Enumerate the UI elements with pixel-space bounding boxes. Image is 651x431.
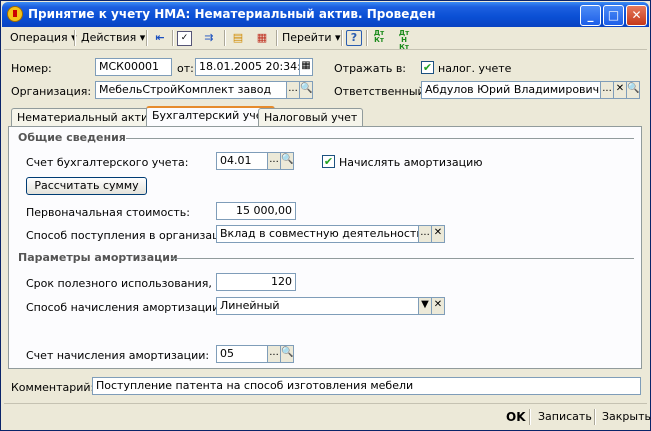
toolbar-separator <box>146 30 148 46</box>
section-divider <box>171 258 634 259</box>
account-search-icon[interactable]: 🔍 <box>280 152 294 170</box>
app-icon <box>7 6 23 22</box>
amortization-method-select[interactable]: Линейный <box>216 297 419 315</box>
amortization-method-label: Способ начисления амортизации: <box>26 301 223 314</box>
account-field[interactable]: 04.01 <box>216 152 268 170</box>
amortization-account-search-icon[interactable]: 🔍 <box>280 345 294 363</box>
tax-accounting-checkbox[interactable]: ✔ <box>421 61 434 74</box>
amortization-method-clear-icon[interactable]: ✕ <box>431 297 445 315</box>
toolbar-separator <box>341 30 343 46</box>
chevron-down-icon[interactable]: ▼ <box>418 297 432 315</box>
responsible-select-button[interactable]: ... <box>600 81 614 99</box>
account-select-button[interactable]: ... <box>267 152 281 170</box>
amortize-label: Начислять амортизацию <box>339 156 483 169</box>
goto-menu[interactable]: Перейти ▾ <box>278 29 345 47</box>
useful-life-field[interactable]: 120 <box>216 273 296 291</box>
title-bar[interactable]: Принятие к учету НМА: Нематериальный акт… <box>2 2 649 27</box>
receipt-method-label: Способ поступления в организацию: <box>26 229 240 242</box>
responsible-clear-icon[interactable]: ✕ <box>613 81 627 99</box>
responsible-field[interactable]: Абдулов Юрий Владимирович <box>421 81 601 99</box>
maximize-button[interactable]: □ <box>603 5 624 26</box>
section-divider <box>126 138 634 139</box>
organization-field[interactable]: МебельСтройКомплект завод <box>95 81 287 99</box>
date-field[interactable]: 18.01.2005 20:34:40 <box>195 58 300 76</box>
copy-document-icon[interactable]: ⇉ <box>201 30 217 46</box>
responsible-label: Ответственный: <box>334 85 429 98</box>
unpost-document-icon[interactable]: ▦ <box>254 30 270 46</box>
dt-kt-icon[interactable]: Дт Кт <box>371 30 387 46</box>
document-window: Принятие к учету НМА: Нематериальный акт… <box>0 0 651 431</box>
comment-field[interactable]: Поступление патента на способ изготовлен… <box>92 377 641 395</box>
amortization-section-title: Параметры амортизации <box>18 251 178 264</box>
amortization-account-label: Счет начисления амортизации: <box>26 349 210 362</box>
receipt-method-clear-icon[interactable]: ✕ <box>431 225 445 243</box>
move-back-icon[interactable]: ⇤ <box>152 30 168 46</box>
amortization-account-field[interactable]: 05 <box>216 345 268 363</box>
minimize-button[interactable]: _ <box>580 5 601 26</box>
organization-label: Организация: <box>11 85 92 98</box>
reflect-label: Отражать в: <box>334 62 407 75</box>
general-section-title: Общие сведения <box>18 131 126 144</box>
close-button[interactable]: Закрыть <box>598 408 651 426</box>
number-label: Номер: <box>11 62 52 75</box>
number-field[interactable]: МСК00001 <box>95 58 172 76</box>
ok-button[interactable]: OK <box>502 408 530 426</box>
post-document-icon[interactable]: ▤ <box>230 30 246 46</box>
help-icon[interactable]: ? <box>346 30 362 46</box>
calendar-icon[interactable]: ▦ <box>299 58 313 76</box>
operation-menu[interactable]: Операция ▾ <box>6 29 81 47</box>
toolbar-separator <box>366 30 368 46</box>
initial-cost-label: Первоначальная стоимость: <box>26 206 190 219</box>
initial-cost-field[interactable]: 15 000,00 <box>216 202 296 220</box>
toolbar-separator <box>594 409 596 425</box>
bottom-bar: OK Записать Закрыть <box>4 403 651 430</box>
amortization-account-select-button[interactable]: ... <box>267 345 281 363</box>
useful-life-label: Срок полезного использования, м... <box>26 277 235 290</box>
tab-accounting[interactable]: Бухгалтерский учет <box>146 106 275 126</box>
responsible-search-icon[interactable]: 🔍 <box>626 81 640 99</box>
toolbar-separator <box>74 30 76 46</box>
organization-select-button[interactable]: ... <box>286 81 300 99</box>
tax-accounting-label: налог. учете <box>438 62 512 75</box>
actions-menu[interactable]: Действия ▾ <box>77 29 149 47</box>
toolbar: Операция ▾ Действия ▾ ⇤ ✓ ⇉ ▤ ▦ Перейти … <box>4 27 647 51</box>
toolbar-separator <box>224 30 226 46</box>
toolbar-separator <box>529 409 531 425</box>
comment-label: Комментарий: <box>11 381 95 394</box>
calculate-sum-button[interactable]: Рассчитать сумму <box>26 177 147 195</box>
close-window-button[interactable]: ✕ <box>626 5 647 26</box>
tab-tax-accounting[interactable]: Налоговый учет <box>258 108 364 126</box>
window-title: Принятие к учету НМА: Нематериальный акт… <box>28 7 436 21</box>
account-label: Счет бухгалтерского учета: <box>26 156 189 169</box>
tab-intangible-asset[interactable]: Нематериальный актив <box>11 108 161 126</box>
organization-search-icon[interactable]: 🔍 <box>299 81 313 99</box>
receipt-method-select-button[interactable]: ... <box>418 225 432 243</box>
save-button[interactable]: Записать <box>534 408 596 426</box>
document-view-icon[interactable]: ✓ <box>177 31 192 46</box>
amortize-checkbox[interactable]: ✔ <box>322 155 335 168</box>
receipt-method-field[interactable]: Вклад в совместную деятельность <box>216 225 419 243</box>
toolbar-separator <box>172 30 174 46</box>
dt-n-kt-icon[interactable]: Дт Н Кт <box>396 30 412 51</box>
date-label: от: <box>177 62 194 75</box>
